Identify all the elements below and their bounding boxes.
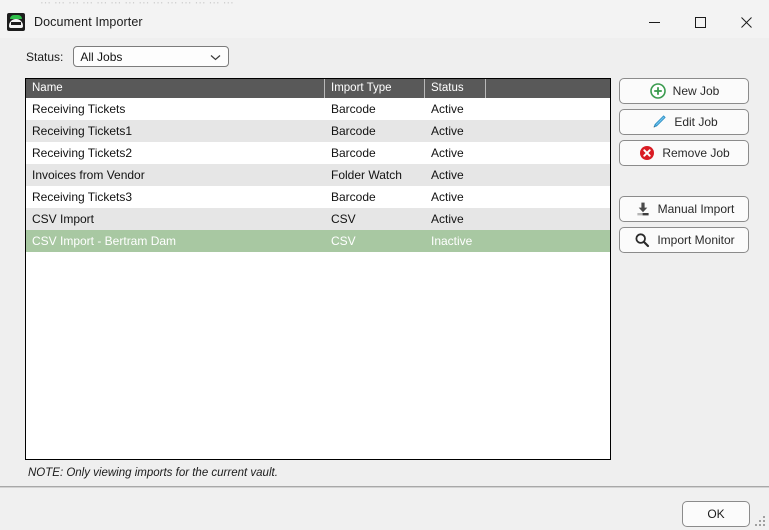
import-monitor-button[interactable]: Import Monitor [619,227,749,253]
cell-import_type: Barcode [331,124,376,138]
plus-circle-icon [649,82,667,100]
cell-status: Active [431,212,464,226]
cell-extra [486,142,610,164]
cell-status: Active [431,146,464,160]
cell-import_type: Folder Watch [331,168,402,182]
resize-grip-icon[interactable] [755,516,766,527]
vault-note: NOTE: Only viewing imports for the curre… [28,467,278,479]
side-button-panel: New Job Edit Job Remove Job Manual Impor… [619,78,749,258]
edit-job-button[interactable]: Edit Job [619,109,749,135]
minimize-button[interactable] [631,6,677,38]
cell-status: Inactive [431,234,473,248]
search-icon [633,231,651,249]
cell-import_type: CSV [331,234,356,248]
cell-status: Active [431,102,464,116]
cell-name: CSV Import - Bertram Dam [32,234,177,248]
window-controls [631,6,769,38]
table-row[interactable]: Receiving Tickets3 Barcode Active [26,186,610,208]
close-button[interactable] [723,6,769,38]
cell-name: Receiving Tickets2 [32,146,133,160]
document-importer-window: Document Importer Status: All Jobs Name [0,6,769,530]
window-title: Document Importer [34,15,143,29]
document-importer-app-icon [7,13,25,31]
manual-import-label: Manual Import [657,202,735,216]
footer-bar: OK [0,488,769,530]
cell-status: Active [431,168,464,182]
edit-job-label: Edit Job [674,115,718,129]
manual-import-button[interactable]: Manual Import [619,196,749,222]
table-row[interactable]: Receiving Tickets Barcode Active [26,98,610,120]
cell-extra [486,186,610,208]
column-header-name[interactable]: Name [26,79,325,98]
column-header-extra[interactable] [486,79,610,98]
table-row[interactable]: CSV Import - Bertram Dam CSV Inactive [26,230,610,252]
cell-status: Active [431,124,464,138]
cell-import_type: CSV [331,212,356,226]
cell-name: Invoices from Vendor [32,168,145,182]
button-group-spacer [619,171,749,196]
remove-job-label: Remove Job [662,146,730,160]
table-row[interactable]: Receiving Tickets2 Barcode Active [26,142,610,164]
column-header-status[interactable]: Status [425,79,486,98]
cell-extra [486,120,610,142]
maximize-button[interactable] [677,6,723,38]
status-filter-label: Status: [26,49,64,64]
import-monitor-label: Import Monitor [657,233,735,247]
cell-extra [486,98,610,120]
cell-import_type: Barcode [331,146,376,160]
delete-circle-icon [638,144,656,162]
cell-import_type: Barcode [331,190,376,204]
cell-status: Active [431,190,464,204]
remove-job-button[interactable]: Remove Job [619,140,749,166]
table-row[interactable]: Invoices from Vendor Folder Watch Active [26,164,610,186]
import-jobs-list[interactable]: Name Import Type Status Receiving Ticket… [25,78,611,460]
ok-button[interactable]: OK [682,501,750,527]
status-filter-dropdown[interactable]: All Jobs [73,46,230,67]
column-header-import-type[interactable]: Import Type [325,79,425,98]
cell-name: CSV Import [32,212,95,226]
cell-extra [486,208,610,230]
titlebar: Document Importer [0,6,769,38]
cell-extra [486,164,610,186]
chevron-down-icon [210,48,221,66]
cell-name: Receiving Tickets1 [32,124,133,138]
list-header-row: Name Import Type Status [26,79,610,98]
list-body: Receiving Tickets Barcode Active Receiving … [26,98,610,252]
cell-name: Receiving Tickets [32,102,126,116]
cell-name: Receiving Tickets3 [32,190,133,204]
table-row[interactable]: CSV Import CSV Active [26,208,610,230]
status-filter-value: All Jobs [80,49,123,64]
cell-extra [486,230,610,252]
pencil-icon [650,113,668,131]
table-row[interactable]: Receiving Tickets1 Barcode Active [26,120,610,142]
new-job-label: New Job [672,84,720,98]
status-filter-row: Status: All Jobs [26,46,230,67]
download-tray-icon [634,200,652,218]
new-job-button[interactable]: New Job [619,78,749,104]
cell-import_type: Barcode [331,102,376,116]
